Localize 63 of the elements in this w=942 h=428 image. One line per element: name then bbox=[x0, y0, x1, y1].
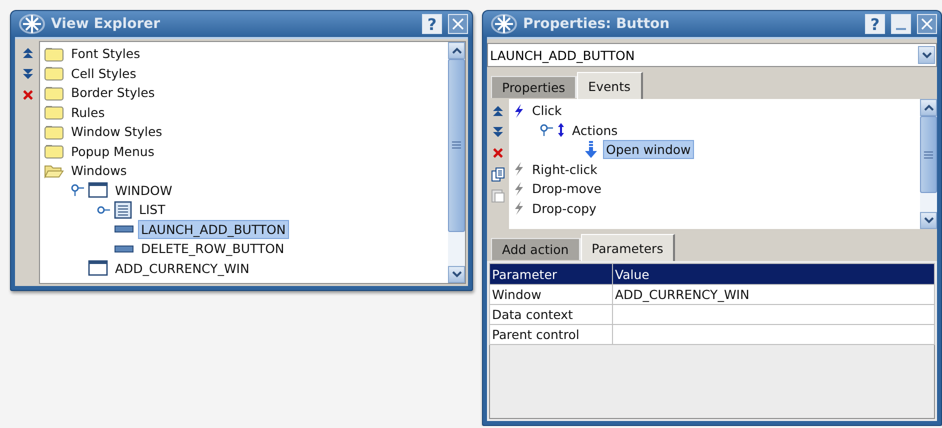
column-header: Value bbox=[612, 264, 934, 284]
folder-icon bbox=[44, 46, 64, 62]
event-item[interactable]: Open window bbox=[603, 140, 694, 160]
window-icon bbox=[88, 182, 108, 198]
event-item[interactable]: Click bbox=[529, 101, 565, 120]
folder-icon bbox=[44, 84, 64, 101]
close-button[interactable] bbox=[448, 14, 468, 34]
folder-icon bbox=[44, 124, 64, 140]
minimize-icon bbox=[896, 28, 906, 30]
close-icon bbox=[451, 17, 465, 31]
tree-item[interactable]: Popup Menus bbox=[68, 142, 158, 161]
copy-button[interactable] bbox=[490, 166, 506, 182]
window-icon bbox=[88, 260, 108, 276]
grip-icon bbox=[452, 141, 461, 150]
column-header: Parameter bbox=[490, 264, 612, 284]
logo-icon bbox=[491, 13, 517, 35]
close-button[interactable] bbox=[917, 14, 937, 34]
folder-icon bbox=[44, 143, 64, 160]
event-item[interactable]: Right-click bbox=[529, 160, 600, 179]
chevron-down-icon bbox=[922, 52, 932, 58]
window-title: Properties: Button bbox=[523, 16, 671, 32]
collapse-toggle-icon[interactable] bbox=[70, 184, 84, 196]
list-icon bbox=[114, 200, 132, 219]
collapse-toggle-icon[interactable] bbox=[539, 124, 553, 136]
window-title: View Explorer bbox=[51, 16, 162, 32]
table-cell: Data context bbox=[490, 304, 612, 324]
folder-icon bbox=[44, 65, 64, 82]
tree-item[interactable]: Font Styles bbox=[68, 44, 144, 64]
folder-icon bbox=[44, 104, 64, 120]
dropdown-button[interactable] bbox=[918, 46, 935, 64]
tree-item[interactable]: ADD_CURRENCY_WIN bbox=[112, 258, 252, 278]
tree-item[interactable]: LIST bbox=[136, 200, 168, 220]
tab[interactable]: Events bbox=[577, 72, 642, 99]
close-icon bbox=[920, 17, 934, 31]
logo-icon bbox=[19, 13, 45, 35]
tree-item[interactable]: Window Styles bbox=[68, 122, 166, 142]
event-item[interactable]: Drop-move bbox=[529, 179, 604, 198]
tab[interactable]: Add action bbox=[491, 238, 581, 260]
tree-item[interactable]: LAUNCH_ADD_BUTTON bbox=[138, 220, 289, 239]
event-item[interactable]: Drop-copy bbox=[529, 198, 600, 218]
object-dropdown[interactable]: LAUNCH_ADD_BUTTON bbox=[487, 43, 937, 67]
button-icon bbox=[114, 225, 134, 234]
tree-item[interactable]: Rules bbox=[68, 102, 108, 122]
tree-item[interactable]: DELETE_ROW_BUTTON bbox=[138, 239, 288, 258]
tree-item[interactable]: Windows bbox=[68, 161, 130, 180]
grip-icon bbox=[924, 150, 933, 159]
scrollbar[interactable] bbox=[448, 42, 465, 283]
minimize-button[interactable] bbox=[891, 14, 911, 34]
help-button[interactable]: ? bbox=[865, 14, 885, 34]
tree-item[interactable]: Border Styles bbox=[68, 83, 158, 102]
table-cell: Window bbox=[490, 284, 612, 304]
vertical-arrows-icon bbox=[557, 123, 565, 138]
tab[interactable]: Properties bbox=[491, 76, 578, 98]
tree-item[interactable]: WINDOW bbox=[112, 180, 176, 200]
tab[interactable]: Parameters bbox=[580, 234, 676, 261]
event-item[interactable]: Actions bbox=[569, 120, 621, 140]
scrollbar[interactable] bbox=[920, 99, 937, 229]
help-button[interactable]: ? bbox=[422, 14, 442, 34]
button-icon bbox=[114, 244, 134, 253]
table-cell: ADD_CURRENCY_WIN bbox=[612, 284, 934, 304]
expand-toggle-icon[interactable] bbox=[96, 204, 110, 216]
tree-item[interactable]: Cell Styles bbox=[68, 64, 140, 83]
down-arrow-icon bbox=[583, 140, 599, 159]
